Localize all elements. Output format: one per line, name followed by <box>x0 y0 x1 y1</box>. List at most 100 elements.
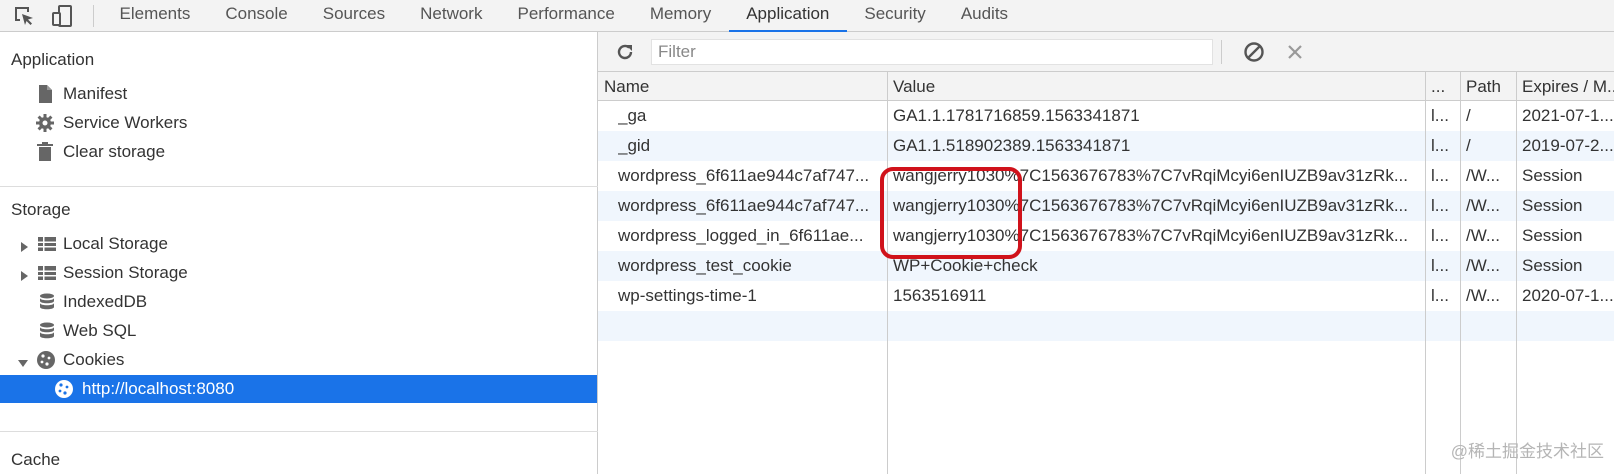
panel-tabs: Elements Console Sources Network Performance… <box>102 0 1026 32</box>
collapse-arrow-icon[interactable] <box>17 354 29 367</box>
cell-path: /W... <box>1466 286 1500 305</box>
cell-domain: l... <box>1431 166 1449 185</box>
cell-domain: l... <box>1431 196 1449 215</box>
section-title-application: Application <box>11 50 95 69</box>
cell-expires: Session <box>1522 166 1583 185</box>
cookies-panel: Name Value ... Path Expires / M... _ga GA… <box>598 32 1614 474</box>
sidebar-item-label: Service Workers <box>63 113 188 132</box>
watermark: @稀土掘金技术社区 <box>1450 442 1604 461</box>
sidebar-item-localhost-cookies[interactable]: http://localhost:8080 <box>0 375 597 403</box>
cookie-icon <box>54 379 74 399</box>
toolbar-divider <box>1221 40 1222 64</box>
tab-security[interactable]: Security <box>847 0 943 32</box>
sidebar-item-web-sql[interactable]: Web SQL <box>0 317 597 345</box>
inspect-element-icon[interactable] <box>12 4 36 28</box>
tab-application[interactable]: Application <box>728 0 848 32</box>
column-divider <box>887 72 888 474</box>
tab-performance[interactable]: Performance <box>500 0 632 32</box>
cell-domain: l... <box>1431 136 1449 155</box>
tab-console[interactable]: Console <box>208 0 305 32</box>
cell-domain: l... <box>1431 106 1449 125</box>
sidebar-item-label: Local Storage <box>63 234 168 253</box>
toolbar-divider <box>93 5 94 27</box>
block-icon[interactable] <box>1243 41 1265 63</box>
cell-path: / <box>1466 106 1471 125</box>
cell-value: GA1.1.518902389.1563341871 <box>893 136 1131 155</box>
table-row[interactable]: wordpress_logged_in_6f611ae... wangjerry1… <box>598 221 1614 251</box>
cell-name: wordpress_logged_in_6f611ae... <box>618 226 864 245</box>
expand-arrow-icon[interactable] <box>18 238 30 252</box>
sidebar-item-cookies[interactable]: Cookies <box>0 346 597 374</box>
sidebar-item-session-storage[interactable]: Session Storage <box>0 259 597 287</box>
tab-audits[interactable]: Audits <box>943 0 1025 32</box>
sidebar-item-label: Manifest <box>63 84 128 103</box>
column-divider <box>1425 72 1426 474</box>
cookies-toolbar <box>598 32 1614 72</box>
grid-icon <box>37 234 57 254</box>
tab-sources[interactable]: Sources <box>305 0 402 32</box>
cookie-icon <box>36 350 56 370</box>
section-divider <box>0 186 598 187</box>
cell-domain: l... <box>1431 286 1449 305</box>
cell-expires: Session <box>1522 196 1583 215</box>
cell-path: /W... <box>1466 166 1500 185</box>
sidebar-item-indexeddb[interactable]: IndexedDB <box>0 288 597 316</box>
sidebar-item-label: IndexedDB <box>63 292 148 311</box>
filter-input[interactable] <box>651 39 1213 65</box>
sidebar-item-label: Cookies <box>63 350 125 369</box>
cell-domain: l... <box>1431 256 1449 275</box>
sidebar-item-service-workers[interactable]: Service Workers <box>0 109 597 137</box>
cell-path: /W... <box>1466 196 1500 215</box>
column-divider <box>1516 72 1517 474</box>
grid-icon <box>37 263 57 283</box>
cell-name: wordpress_6f611ae944c7af747... <box>618 196 870 215</box>
cell-name: wordpress_6f611ae944c7af747... <box>618 166 870 185</box>
cell-name: wordpress_test_cookie <box>618 256 792 275</box>
cell-path: /W... <box>1466 226 1500 245</box>
devtools-tab-bar: Elements Console Sources Network Performance… <box>0 0 1614 32</box>
cell-domain: l... <box>1431 226 1449 245</box>
expand-arrow-icon[interactable] <box>18 267 30 281</box>
column-header-domain[interactable]: ... <box>1425 72 1460 101</box>
table-row[interactable]: wordpress_test_cookie WP+Cookie+check l...… <box>598 251 1614 281</box>
cell-expires: 2020-07-1... <box>1522 286 1614 305</box>
cell-expires: Session <box>1522 226 1583 245</box>
cell-name: _gid <box>618 136 651 155</box>
column-header-path[interactable]: Path <box>1460 72 1516 101</box>
sidebar-item-label: Web SQL <box>63 321 137 340</box>
tab-network[interactable]: Network <box>403 0 500 32</box>
cell-expires: 2021-07-1... <box>1522 106 1614 125</box>
database-icon <box>37 292 57 312</box>
sidebar-item-label: Session Storage <box>63 263 188 282</box>
cell-path: /W... <box>1466 256 1500 275</box>
column-divider <box>1460 72 1461 474</box>
trash-icon <box>35 142 55 162</box>
table-row[interactable]: wordpress_6f611ae944c7af747... wangjerry1… <box>598 161 1614 191</box>
cell-name: wp-settings-time-1 <box>618 286 757 305</box>
cell-name: _ga <box>618 106 647 125</box>
highlight-annotation <box>880 167 1022 259</box>
clear-icon[interactable] <box>1286 43 1304 61</box>
table-row[interactable]: wp-settings-time-1 1563516911 l... /W... 202… <box>598 281 1614 311</box>
table-row-empty <box>598 311 1614 341</box>
table-row[interactable]: _gid GA1.1.518902389.1563341871 l... / 2019-… <box>598 131 1614 161</box>
tab-elements[interactable]: Elements <box>102 0 208 32</box>
sidebar-item-local-storage[interactable]: Local Storage <box>0 230 597 258</box>
column-header-expires[interactable]: Expires / M... <box>1516 72 1614 101</box>
refresh-icon[interactable] <box>615 42 635 62</box>
tab-memory[interactable]: Memory <box>632 0 728 32</box>
column-header-value[interactable]: Value <box>887 72 1425 101</box>
cell-path: / <box>1466 136 1471 155</box>
cell-expires: 2019-07-2... <box>1522 136 1614 155</box>
table-row[interactable]: wordpress_6f611ae944c7af747... wangjerry1… <box>598 191 1614 221</box>
section-title-cache: Cache <box>11 450 61 469</box>
sidebar-item-label: Clear storage <box>63 142 166 161</box>
device-toolbar-icon[interactable] <box>50 4 74 28</box>
cell-expires: Session <box>1522 256 1583 275</box>
sidebar-item-manifest[interactable]: Manifest <box>0 80 597 108</box>
sidebar-item-clear-storage[interactable]: Clear storage <box>0 138 597 166</box>
cell-value: GA1.1.1781716859.1563341871 <box>893 106 1140 125</box>
column-header-name[interactable]: Name <box>598 72 887 101</box>
table-row[interactable]: _ga GA1.1.1781716859.1563341871 l... / 2021-… <box>598 101 1614 131</box>
section-divider <box>0 431 598 432</box>
